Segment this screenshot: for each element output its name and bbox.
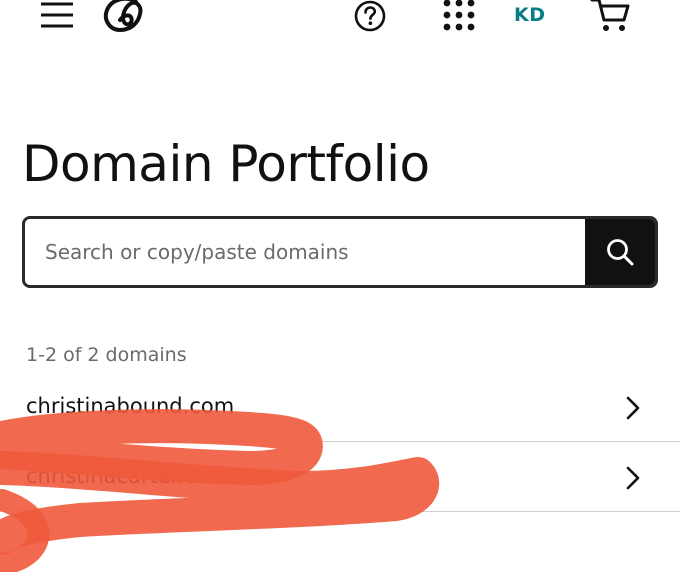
search-icon — [607, 239, 634, 266]
domain-row[interactable]: christinabound.com — [0, 372, 680, 442]
domain-search — [22, 216, 658, 288]
search-button[interactable] — [585, 219, 655, 285]
account-avatar[interactable]: KD — [514, 4, 546, 26]
question-circle-icon[interactable] — [352, 0, 388, 32]
domain-portfolio-page: KD Domain Portfolio 1-2 of 2 domains chr… — [0, 0, 680, 572]
page-title: Domain Portfolio — [22, 135, 430, 193]
domain-row[interactable]: christinacarter.com — [0, 442, 680, 512]
godaddy-logo-icon[interactable] — [100, 0, 148, 34]
shopping-cart-icon[interactable] — [588, 0, 632, 34]
grid-dots-icon[interactable] — [440, 0, 478, 32]
chevron-right-icon[interactable] — [622, 464, 644, 492]
domain-name[interactable]: christinacarter.com — [26, 464, 229, 488]
domain-name[interactable]: christinabound.com — [26, 394, 234, 418]
chevron-right-icon[interactable] — [622, 394, 644, 422]
top-nav: KD — [0, 0, 680, 40]
hamburger-menu-icon[interactable] — [38, 0, 76, 32]
result-count: 1-2 of 2 domains — [26, 344, 187, 366]
domain-search-input[interactable] — [25, 219, 585, 285]
domain-list: christinabound.com christinacarter.com — [0, 372, 680, 512]
